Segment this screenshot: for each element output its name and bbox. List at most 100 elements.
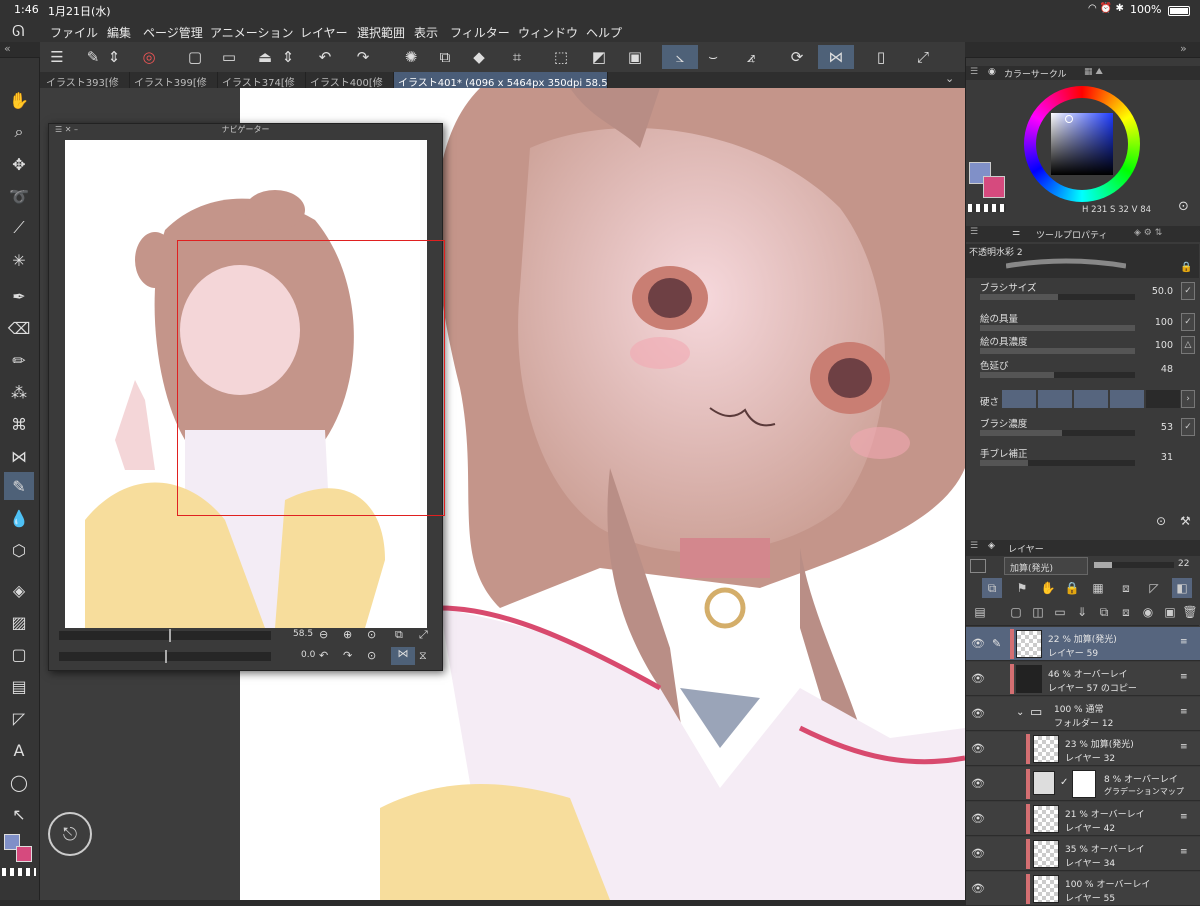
rotation-slider[interactable] [59,650,271,663]
rotate-left-icon[interactable]: ↶ [319,649,328,662]
grid-snap-icon[interactable]: ⦨ [738,45,764,69]
visibility-eye-icon[interactable]: 👁 [971,637,985,650]
zoom-out-icon[interactable]: ⊖ [319,628,328,641]
prop-color-stretch[interactable]: 色延び 48 [980,358,1195,384]
lock-icon[interactable]: 🔒 [1180,262,1192,273]
new-vector-layer-icon[interactable]: ◫ [1028,602,1048,622]
panel-menu-icon[interactable]: ☰ [970,541,978,551]
eraser-tool-icon[interactable]: ⌫ [4,314,34,342]
menu-selection[interactable]: 選択範囲 [357,24,405,41]
prop-brush-density[interactable]: ブラシ濃度 53 ✓ [980,416,1195,442]
draft-icon[interactable]: ✋ [1038,578,1058,598]
sub-color-swatch[interactable] [16,846,32,862]
layer-row[interactable]: 👁 23 % 加算(発光) レイヤー 32 ≡ [966,732,1200,766]
zoom-reset-icon[interactable]: ⊙ [367,628,376,641]
rotate-reset-icon[interactable]: ⊙ [367,649,376,662]
drag-handle-icon[interactable]: ≡ [1180,672,1188,682]
layer-property-icon[interactable]: ▤ [970,602,990,622]
menu-filter[interactable]: フィルター [450,24,510,41]
hamburger-menu-icon[interactable]: ☰ [44,45,70,69]
lasso-tool-icon[interactable]: ➰ [4,182,34,210]
balloon-tool-icon[interactable]: ◯ [4,768,34,796]
lock-transparent-icon[interactable]: ▦ [1088,578,1108,598]
menu-edit[interactable]: 編集 [107,24,131,41]
drag-handle-icon[interactable]: ≡ [1180,742,1188,752]
transform-icon[interactable]: ⌗ [504,45,530,69]
delete-layer-icon[interactable]: 🗑 [1180,602,1200,622]
edit-mode-icon[interactable]: ✎ [80,45,106,69]
copy-icon[interactable]: ⧉ [432,45,458,69]
special-ruler-icon[interactable]: ⌣ [700,45,726,69]
pen-tool-icon[interactable]: ✒ [4,282,34,310]
tab-illust-393[interactable]: イラスト393[修 [42,72,130,88]
color-set-tab-icon[interactable]: ▦ ⛰ [1084,67,1103,77]
folder-expand-icon[interactable]: ⌄ [1016,707,1024,718]
merge-icon[interactable]: ⧉ [1094,602,1114,622]
blend-tool-icon[interactable]: 💧 [4,504,34,532]
layer-row[interactable]: 👁 100 % オーバーレイ レイヤー 55 [966,872,1200,906]
transparent-color-swatch[interactable] [2,868,36,876]
pressure-toggle[interactable]: ✓ [1181,418,1195,436]
collapse-right-icon[interactable]: » [1180,42,1187,55]
updown-icon[interactable]: ⇕ [106,45,122,69]
airbrush-tool-icon[interactable]: ⁂ [4,378,34,406]
panel-menu-icon[interactable]: ☰ [970,227,978,237]
sub-tool-tab-icon[interactable]: ◈ ⚙ ⇅ [1134,228,1162,238]
visibility-eye-icon[interactable]: 👁 [971,672,985,685]
navigator-titlebar[interactable]: ☰ ✕ – ナビゲーター [49,124,442,138]
eyedropper-tool-icon[interactable]: ⟋ [4,214,34,242]
brush-tool-icon[interactable]: ⌘ [4,410,34,438]
layer-color-icon[interactable]: ◧ [1172,578,1192,598]
visibility-eye-icon[interactable]: 👁 [971,707,985,720]
deselect-icon[interactable]: ⬚ [548,45,574,69]
panel-sub-color[interactable] [983,176,1005,198]
collapse-left-icon[interactable]: « [4,42,11,55]
visibility-eye-icon[interactable]: 👁 [971,847,985,860]
apply-mask-icon[interactable]: ▣ [1160,602,1180,622]
panel-menu-icon[interactable]: ☰ [970,67,978,77]
drag-handle-icon[interactable]: ≡ [1180,847,1188,857]
flip-h-icon[interactable]: ⋈ [391,647,415,665]
reset-tool-icon[interactable]: ⊙ [1156,514,1166,528]
flip-horizontal-icon[interactable]: ⋈ [818,45,854,69]
visibility-eye-icon[interactable]: 👁 [971,777,985,790]
fill-tool-icon[interactable]: ◈ [4,576,34,604]
new-folder-icon[interactable]: ▭ [1050,602,1070,622]
layer-row[interactable]: 👁 46 % オーバーレイ レイヤー 57 のコピー ≡ [966,662,1200,696]
modifier-key-icon[interactable]: ⎋ [48,812,92,856]
rotate-icon[interactable]: ⟳ [784,45,810,69]
blend-mode-select[interactable]: 加算(発光) [1004,557,1088,575]
new-canvas-icon[interactable]: ▢ [182,45,208,69]
frame-tool-icon[interactable]: ▤ [4,672,34,700]
watercolor-tool-icon[interactable]: ✎ [4,472,34,500]
duplicate-icon[interactable]: ⧈ [1116,602,1136,622]
ruler-tool-icon[interactable]: ◸ [4,704,34,732]
menu-window[interactable]: ウィンドウ [518,24,578,41]
menu-view[interactable]: 表示 [414,24,438,41]
prop-paint-density[interactable]: 絵の具濃度 100 △ [980,334,1195,360]
close-icon[interactable]: ☰ ✕ – [55,125,78,134]
mask-enable-icon[interactable]: ⧈ [1116,578,1136,598]
color-mode-icon[interactable]: ⊙ [1178,199,1189,214]
text-tool-icon[interactable]: A [4,736,34,764]
magic-wand-icon[interactable]: ✳ [4,246,34,274]
save-options-icon[interactable]: ⇕ [280,45,296,69]
layer-row[interactable]: 👁 35 % オーバーレイ レイヤー 34 ≡ [966,837,1200,871]
fill-icon[interactable]: ◆ [466,45,492,69]
color-picker-cursor[interactable] [1065,115,1073,123]
edit-target-pen-icon[interactable]: ✎ [992,637,1001,650]
navigator-view-rect[interactable] [177,240,445,516]
decoration-tool-icon[interactable]: ⋈ [4,442,34,470]
pressure-toggle[interactable]: ✓ [1181,282,1195,300]
correct-line-tool-icon[interactable]: ↖ [4,800,34,828]
phone-icon[interactable]: ▯ [868,45,894,69]
saturation-value-square[interactable] [1051,113,1113,175]
undo-icon[interactable]: ↶ [312,45,338,69]
layer-opacity-slider[interactable] [1094,562,1174,568]
prop-stabilization[interactable]: 手ブレ補正 31 [980,446,1195,472]
tab-illust-399[interactable]: イラスト399[修 [130,72,218,88]
prop-hardness[interactable]: 硬さ › [980,388,1195,414]
selection-border-icon[interactable]: ▣ [622,45,648,69]
drag-handle-icon[interactable]: ≡ [1180,637,1188,647]
transfer-down-icon[interactable]: ⇓ [1072,602,1092,622]
